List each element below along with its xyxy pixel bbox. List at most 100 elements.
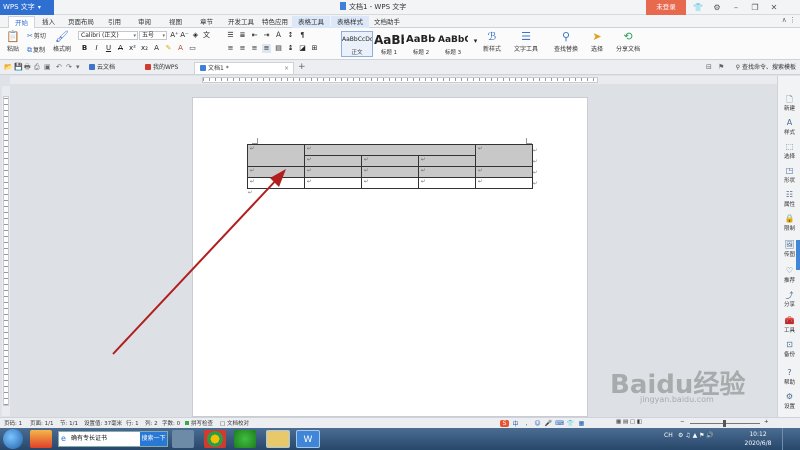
sort-icon[interactable]: ↕ [286,31,295,40]
minimize-icon[interactable]: – [728,0,744,15]
new-tab-button[interactable]: + [298,62,306,72]
font-color-icon[interactable]: A [176,44,185,53]
punctuation-icon[interactable]: , [522,420,531,427]
start-button[interactable] [3,429,23,449]
table-cell[interactable]: ↵ [304,177,362,189]
skin-icon[interactable]: 👕 [566,420,575,427]
login-button[interactable]: 未登录 [646,0,686,15]
sidebar-item-shape[interactable]: ◳ 形状 [778,166,800,184]
shrink-font-icon[interactable]: A⁻ [180,31,189,40]
taskbar-app-windows[interactable] [30,430,52,448]
tab-table-tools[interactable]: 表格工具 [292,16,330,28]
document-table[interactable]: ↵ ↵ ↵ ↵ ↵ ↵ ↵ ↵ ↵ ↵ ↵ ↵ ↵ ↵ ↵ ↵ [247,144,533,189]
tab-view[interactable]: 视图 [163,16,188,28]
table-cell[interactable]: ↵ [361,155,419,167]
decrease-indent-icon[interactable]: ⇤ [250,31,259,40]
zoom-out-icon[interactable]: − [680,419,685,425]
close-icon[interactable]: ✕ [766,0,782,15]
app-menu-button[interactable]: WPS 文字 ▾ [0,0,54,15]
table-cell[interactable]: ↵ [361,166,419,178]
tab-home[interactable]: 开始 [8,16,35,28]
status-section[interactable]: 节: 1/1 [60,419,78,427]
numbered-list-icon[interactable]: ≣ [238,31,247,40]
justify-icon[interactable]: ≡ [262,44,271,53]
format-painter-button[interactable]: 🖌 格式刷 [52,30,72,53]
settings-icon[interactable]: ⚙ [709,0,725,15]
table-cell[interactable]: ↵ [247,144,305,167]
sidebar-item-help[interactable]: ? 帮助 [778,368,800,386]
tab-table-style[interactable]: 表格样式 [331,16,369,28]
tab-developer[interactable]: 开发工具 [222,16,260,28]
table-cell[interactable]: ↵ [475,166,533,178]
sidebar-item-property[interactable]: ☷ 属性 [778,190,800,208]
print-icon[interactable]: ⎙ [34,63,40,72]
command-search[interactable]: ⚲ 查找命令、搜索模板 [736,62,796,73]
sidebar-item-style[interactable]: A 样式 [778,118,800,136]
print-preview-icon[interactable]: 🖶 [24,63,31,74]
export-pdf-icon[interactable]: ▣ [44,63,51,71]
zoom-in-icon[interactable]: + [764,419,769,425]
shading-icon[interactable]: ◪ [298,44,307,53]
save-icon[interactable]: 💾 [14,63,23,71]
skin-icon[interactable]: 👕 [690,0,706,15]
char-border-icon[interactable]: ▭ [188,44,197,53]
tab-cloud-docs[interactable]: 云文档 [84,62,120,74]
grow-font-icon[interactable]: A⁺ [170,31,179,40]
sidebar-collapse-handle[interactable] [796,240,800,270]
tab-page-layout[interactable]: 页面布局 [62,16,100,28]
clear-format-icon[interactable]: ◈ [191,31,200,40]
screenshot-icon[interactable]: ⊟ [706,63,712,71]
view-modes[interactable]: ▦ ▤ ▢ ◧ [616,419,642,425]
status-word-count[interactable]: 字数: 0 [162,419,180,427]
table-cell[interactable]: ↵ [418,155,476,167]
vertical-ruler[interactable] [2,86,10,416]
align-right-icon[interactable]: ≡ [250,44,259,53]
sidebar-item-tools[interactable]: 🧰 工具 [778,316,800,334]
table-cell[interactable]: ↵ [304,166,362,178]
cut-button[interactable]: ✂剪切 [27,31,46,40]
sidebar-item-share[interactable]: ⤴ 分享 [778,290,800,308]
style-normal[interactable]: AaBbCcDd 正文 [341,31,373,57]
share-doc-button[interactable]: ⟲ 分享文档 [614,30,642,53]
align-center-icon[interactable]: ≡ [238,44,247,53]
font-name-select[interactable]: Calibri (正文) ▾ [78,31,138,40]
taskbar-app-tool[interactable] [172,430,194,448]
taskbar-app-browser[interactable] [234,430,256,448]
table-cell[interactable]: ↵ [304,144,476,156]
tab-review[interactable]: 审阅 [132,16,157,28]
text-effect-icon[interactable]: A [152,44,161,53]
zoom-slider-thumb[interactable] [723,420,726,427]
tab-special[interactable]: 特色应用 [256,16,294,28]
history-icon[interactable]: ⚑ [718,63,724,71]
style-heading-2[interactable]: AaBbC 标题 2 [405,31,437,57]
select-button[interactable]: ➤ 选择 [586,30,608,53]
taskbar-app-explorer[interactable] [266,430,290,448]
borders-icon[interactable]: ⊞ [310,44,319,53]
italic-icon[interactable]: I [92,44,101,53]
tray-icons[interactable]: ⚙ ♫ ▲ ⚑ 🔊 [678,432,714,439]
taskbar-search[interactable]: e 确有专长证书 搜索一下 [58,431,168,447]
sidebar-item-backup[interactable]: ⊡ 备份 [778,340,800,358]
find-replace-button[interactable]: ⚲ 查找替换 [552,30,580,53]
status-row[interactable]: 行: 1 [126,419,139,427]
taskbar-app-chrome[interactable] [204,430,226,448]
open-folder-icon[interactable]: 📂 [4,63,13,71]
style-gallery-more-icon[interactable]: ▾ [471,37,480,46]
table-cell[interactable]: ↵ [418,166,476,178]
ime-mode[interactable]: 中 [511,419,520,428]
underline-icon[interactable]: U [104,44,113,53]
font-size-select[interactable]: 五号 ▾ [139,31,167,40]
align-left-icon[interactable]: ≡ [226,44,235,53]
table-cell[interactable]: ↵ [247,177,305,189]
style-heading-3[interactable]: AaBbC 标题 3 [437,31,469,57]
tab-document1[interactable]: 文档1 * × [194,62,294,74]
doc-proof-toggle[interactable]: □ 文档校对 [220,419,249,427]
tab-insert[interactable]: 插入 [36,16,61,28]
status-position[interactable]: 设置值: 37毫米 [84,419,122,427]
keyboard-icon[interactable]: ⌨ [555,420,564,427]
sidebar-item-restrict[interactable]: 🔒 限制 [778,214,800,232]
maximize-icon[interactable]: ❐ [747,0,763,15]
horizontal-ruler[interactable] [10,76,777,84]
tab-references[interactable]: 引用 [102,16,127,28]
sogou-logo-icon[interactable]: S [500,419,509,427]
